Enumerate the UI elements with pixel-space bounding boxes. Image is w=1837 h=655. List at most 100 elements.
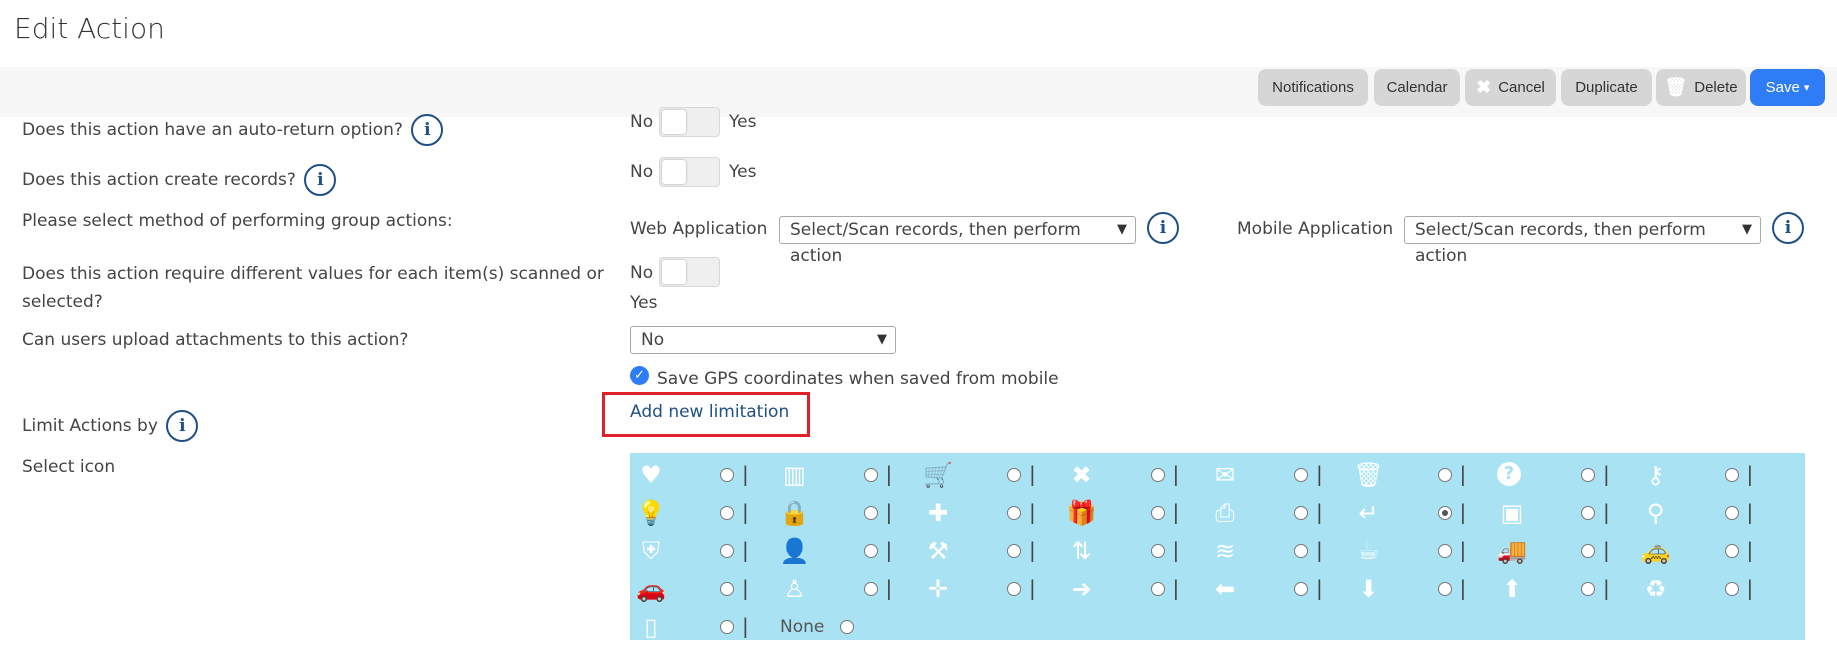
limit-info-icon[interactable]: i — [166, 410, 199, 442]
icon-radio[interactable] — [1437, 544, 1452, 558]
icon-radio[interactable] — [1294, 506, 1308, 520]
auto-return-toggle[interactable] — [659, 107, 720, 137]
different-values-toggle[interactable] — [659, 257, 720, 287]
icon-radio[interactable] — [863, 544, 878, 558]
delete-label: Delete — [1694, 79, 1738, 96]
icon-option[interactable]: ⚷ | — [1639, 460, 1783, 490]
icon-option[interactable]: 💡 | — [634, 498, 778, 528]
separator: | — [742, 462, 749, 486]
icon-option[interactable]: ✛ | — [921, 574, 1065, 604]
icon-option[interactable]: 🚗 | — [634, 574, 778, 604]
icon-radio[interactable] — [1437, 582, 1452, 596]
icon-radio[interactable] — [1581, 582, 1595, 596]
icon-option[interactable]: 🛒 | — [921, 460, 1065, 490]
duplicate-button[interactable]: Duplicate — [1561, 69, 1652, 106]
icon-radio[interactable] — [1007, 506, 1021, 520]
icon-option[interactable]: ? | — [1495, 460, 1639, 490]
toggle-knob — [662, 160, 686, 184]
icon-option[interactable]: ⬅ | — [1208, 574, 1352, 604]
icon-option[interactable]: 🎁 | — [1065, 498, 1209, 528]
icon-radio[interactable] — [1437, 506, 1452, 520]
icon-radio[interactable] — [1724, 544, 1739, 558]
icon-radio[interactable] — [1150, 506, 1165, 520]
icon-option[interactable]: ▥ | — [778, 460, 922, 490]
icon-option[interactable]: ▣ | — [1495, 498, 1639, 528]
icon-option[interactable]: ✚ | — [921, 498, 1065, 528]
icon-option-none[interactable]: None — [634, 612, 934, 642]
create-records-toggle[interactable] — [659, 157, 720, 187]
icon-option[interactable]: 🚕 | — [1639, 536, 1783, 566]
mobile-method-value: Select/Scan records, then perform action — [1415, 220, 1706, 266]
calendar-button[interactable]: Calendar — [1374, 69, 1460, 106]
web-method-info-icon[interactable]: i — [1147, 212, 1179, 244]
icon-option[interactable]: ≋ | — [1208, 536, 1352, 566]
cancel-button[interactable]: ✖ Cancel — [1465, 69, 1556, 106]
icon-radio[interactable] — [863, 468, 878, 482]
icon-option[interactable]: 🗑 | — [1352, 460, 1496, 490]
separator: | — [885, 538, 893, 562]
close-icon: ✖ — [1071, 461, 1092, 489]
icon-radio[interactable] — [720, 544, 734, 558]
web-method-select[interactable]: Select/Scan records, then perform action… — [779, 216, 1136, 266]
notifications-button[interactable]: Notifications — [1258, 69, 1368, 106]
attachments-select[interactable]: No ▼ — [630, 326, 896, 354]
icon-radio[interactable] — [720, 582, 734, 596]
icon-option[interactable]: ⬇ | — [1352, 574, 1496, 604]
icon-option[interactable]: ✉ | — [1208, 460, 1352, 490]
icon-option[interactable]: ✖ | — [1065, 460, 1209, 490]
icon-option[interactable]: ⛨ | — [634, 536, 778, 566]
icon-radio[interactable] — [720, 506, 734, 520]
icon-option[interactable]: 🔒 | — [778, 498, 922, 528]
icon-option[interactable]: ♥ | — [634, 460, 778, 490]
web-application-label: Web Application — [630, 219, 768, 239]
save-button[interactable]: Save ▾ — [1750, 69, 1825, 106]
icon-radio[interactable] — [1724, 506, 1739, 520]
icon-option[interactable]: ➜ | — [1065, 574, 1209, 604]
icon-option[interactable]: 🚚 | — [1495, 536, 1639, 566]
toggle-knob — [662, 260, 686, 284]
icon-radio[interactable] — [1724, 468, 1739, 482]
auto-return-row: Does this action have an auto-return opt… — [22, 114, 444, 146]
icon-radio[interactable] — [1437, 468, 1452, 482]
icon-option[interactable]: ⚒ | — [921, 536, 1065, 566]
icon-option[interactable]: ♻ | — [1639, 574, 1783, 604]
separator: | — [1459, 576, 1467, 600]
icon-option[interactable]: ⎙ | — [1208, 498, 1352, 528]
icon-option[interactable]: ⚲ | — [1639, 498, 1783, 528]
icon-radio[interactable] — [1294, 544, 1308, 558]
icon-radio[interactable] — [1007, 544, 1021, 558]
icon-option[interactable]: 👤 | — [778, 536, 922, 566]
delete-button[interactable]: 🗑 Delete — [1656, 69, 1746, 106]
icon-option[interactable]: ⇅ | — [1065, 536, 1209, 566]
icon-radio[interactable] — [1724, 582, 1739, 596]
gps-checkbox[interactable]: ✓ — [630, 366, 649, 385]
icon-radio[interactable] — [720, 468, 734, 482]
auto-return-no-label: No — [630, 112, 654, 132]
select-icon-label: Select icon — [22, 457, 116, 477]
icon-radio[interactable] — [1581, 544, 1595, 558]
icon-option[interactable]: ♙ | — [778, 574, 922, 604]
mobile-method-select[interactable]: Select/Scan records, then perform action… — [1404, 216, 1761, 266]
icon-radio[interactable] — [1150, 544, 1165, 558]
icon-option[interactable]: ⬆ | — [1495, 574, 1639, 604]
icon-radio[interactable] — [1294, 468, 1308, 482]
icon-radio[interactable] — [1581, 468, 1595, 482]
icon-radio[interactable] — [1150, 468, 1165, 482]
web-method-value: Select/Scan records, then perform action — [790, 220, 1081, 266]
icon-radio[interactable] — [840, 620, 854, 634]
icon-radio[interactable] — [1581, 506, 1595, 520]
auto-return-info-icon[interactable]: i — [411, 114, 444, 146]
icon-option[interactable]: ↵ | — [1352, 498, 1496, 528]
icon-radio[interactable] — [863, 582, 878, 596]
highlight-box — [602, 392, 810, 437]
create-records-info-icon[interactable]: i — [304, 164, 337, 196]
icon-option[interactable]: ☕ | — [1352, 536, 1496, 566]
icon-radio[interactable] — [863, 506, 878, 520]
icon-radio[interactable] — [1294, 582, 1308, 596]
separator: | — [1029, 500, 1036, 524]
icon-radio[interactable] — [1007, 582, 1021, 596]
icon-radio[interactable] — [1007, 468, 1021, 482]
gps-label: Save GPS coordinates when saved from mob… — [657, 369, 1059, 389]
icon-radio[interactable] — [1150, 582, 1165, 596]
mobile-method-info-icon[interactable]: i — [1772, 212, 1804, 244]
